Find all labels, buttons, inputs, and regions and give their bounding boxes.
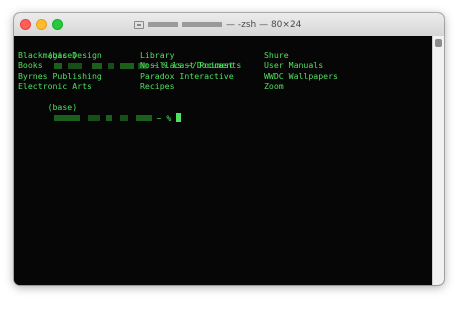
redacted-user xyxy=(53,115,80,121)
conda-env-label: (base) xyxy=(47,102,78,112)
file-entry: Byrnes Publishing xyxy=(18,70,102,81)
file-list-row: Blackmagic Design Library Shure xyxy=(18,50,432,61)
minimize-button[interactable] xyxy=(36,19,47,30)
file-entry: Books xyxy=(18,60,43,70)
file-list-row: Books Nosillacast Podcast User Manuals xyxy=(18,60,432,71)
redacted-host xyxy=(119,115,128,121)
file-entry: Electronic Arts xyxy=(18,81,92,91)
window-title: — -zsh — 80×24 xyxy=(134,17,301,32)
redacted-user xyxy=(87,115,100,121)
redacted-host xyxy=(105,115,112,121)
file-list-row: Byrnes Publishing Paradox Interactive WW… xyxy=(18,71,432,82)
close-button[interactable] xyxy=(20,19,31,30)
terminal-output[interactable]: (base) ~ % ls ~/Documents Blackmagic Des… xyxy=(14,36,432,285)
title-bar[interactable]: — -zsh — 80×24 xyxy=(14,13,444,37)
prompt-symbol: ~ % xyxy=(151,112,177,123)
file-entry: Shure xyxy=(264,49,289,60)
folder-icon xyxy=(134,20,144,29)
vertical-scrollbar[interactable] xyxy=(432,36,444,285)
file-entry: Zoom xyxy=(264,81,284,91)
redacted-host xyxy=(135,115,152,121)
file-entry: WWDC Wallpapers xyxy=(264,70,338,81)
text-cursor xyxy=(176,112,182,122)
prompt-line: (base) ~ % ls ~/Documents xyxy=(18,39,432,71)
redacted-username xyxy=(148,22,178,27)
file-entry: Recipes xyxy=(140,81,175,91)
redacted-hostname xyxy=(182,22,222,27)
file-entry: User Manuals xyxy=(264,60,324,70)
scroll-thumb[interactable] xyxy=(435,39,442,47)
file-entry: Nosillacast Podcast xyxy=(140,60,234,70)
file-entry: Blackmagic Design xyxy=(18,49,102,60)
zoom-button[interactable] xyxy=(52,19,63,30)
file-entry: Paradox Interactive xyxy=(140,70,234,81)
prompt-line: (base) ~ % xyxy=(18,92,432,123)
file-entry: Library xyxy=(140,49,175,60)
terminal-window: — -zsh — 80×24 (base) ~ % ls ~/Documents… xyxy=(14,13,444,285)
file-list-row: Electronic Arts Recipes Zoom xyxy=(18,81,432,92)
window-title-text: — -zsh — 80×24 xyxy=(226,19,302,30)
